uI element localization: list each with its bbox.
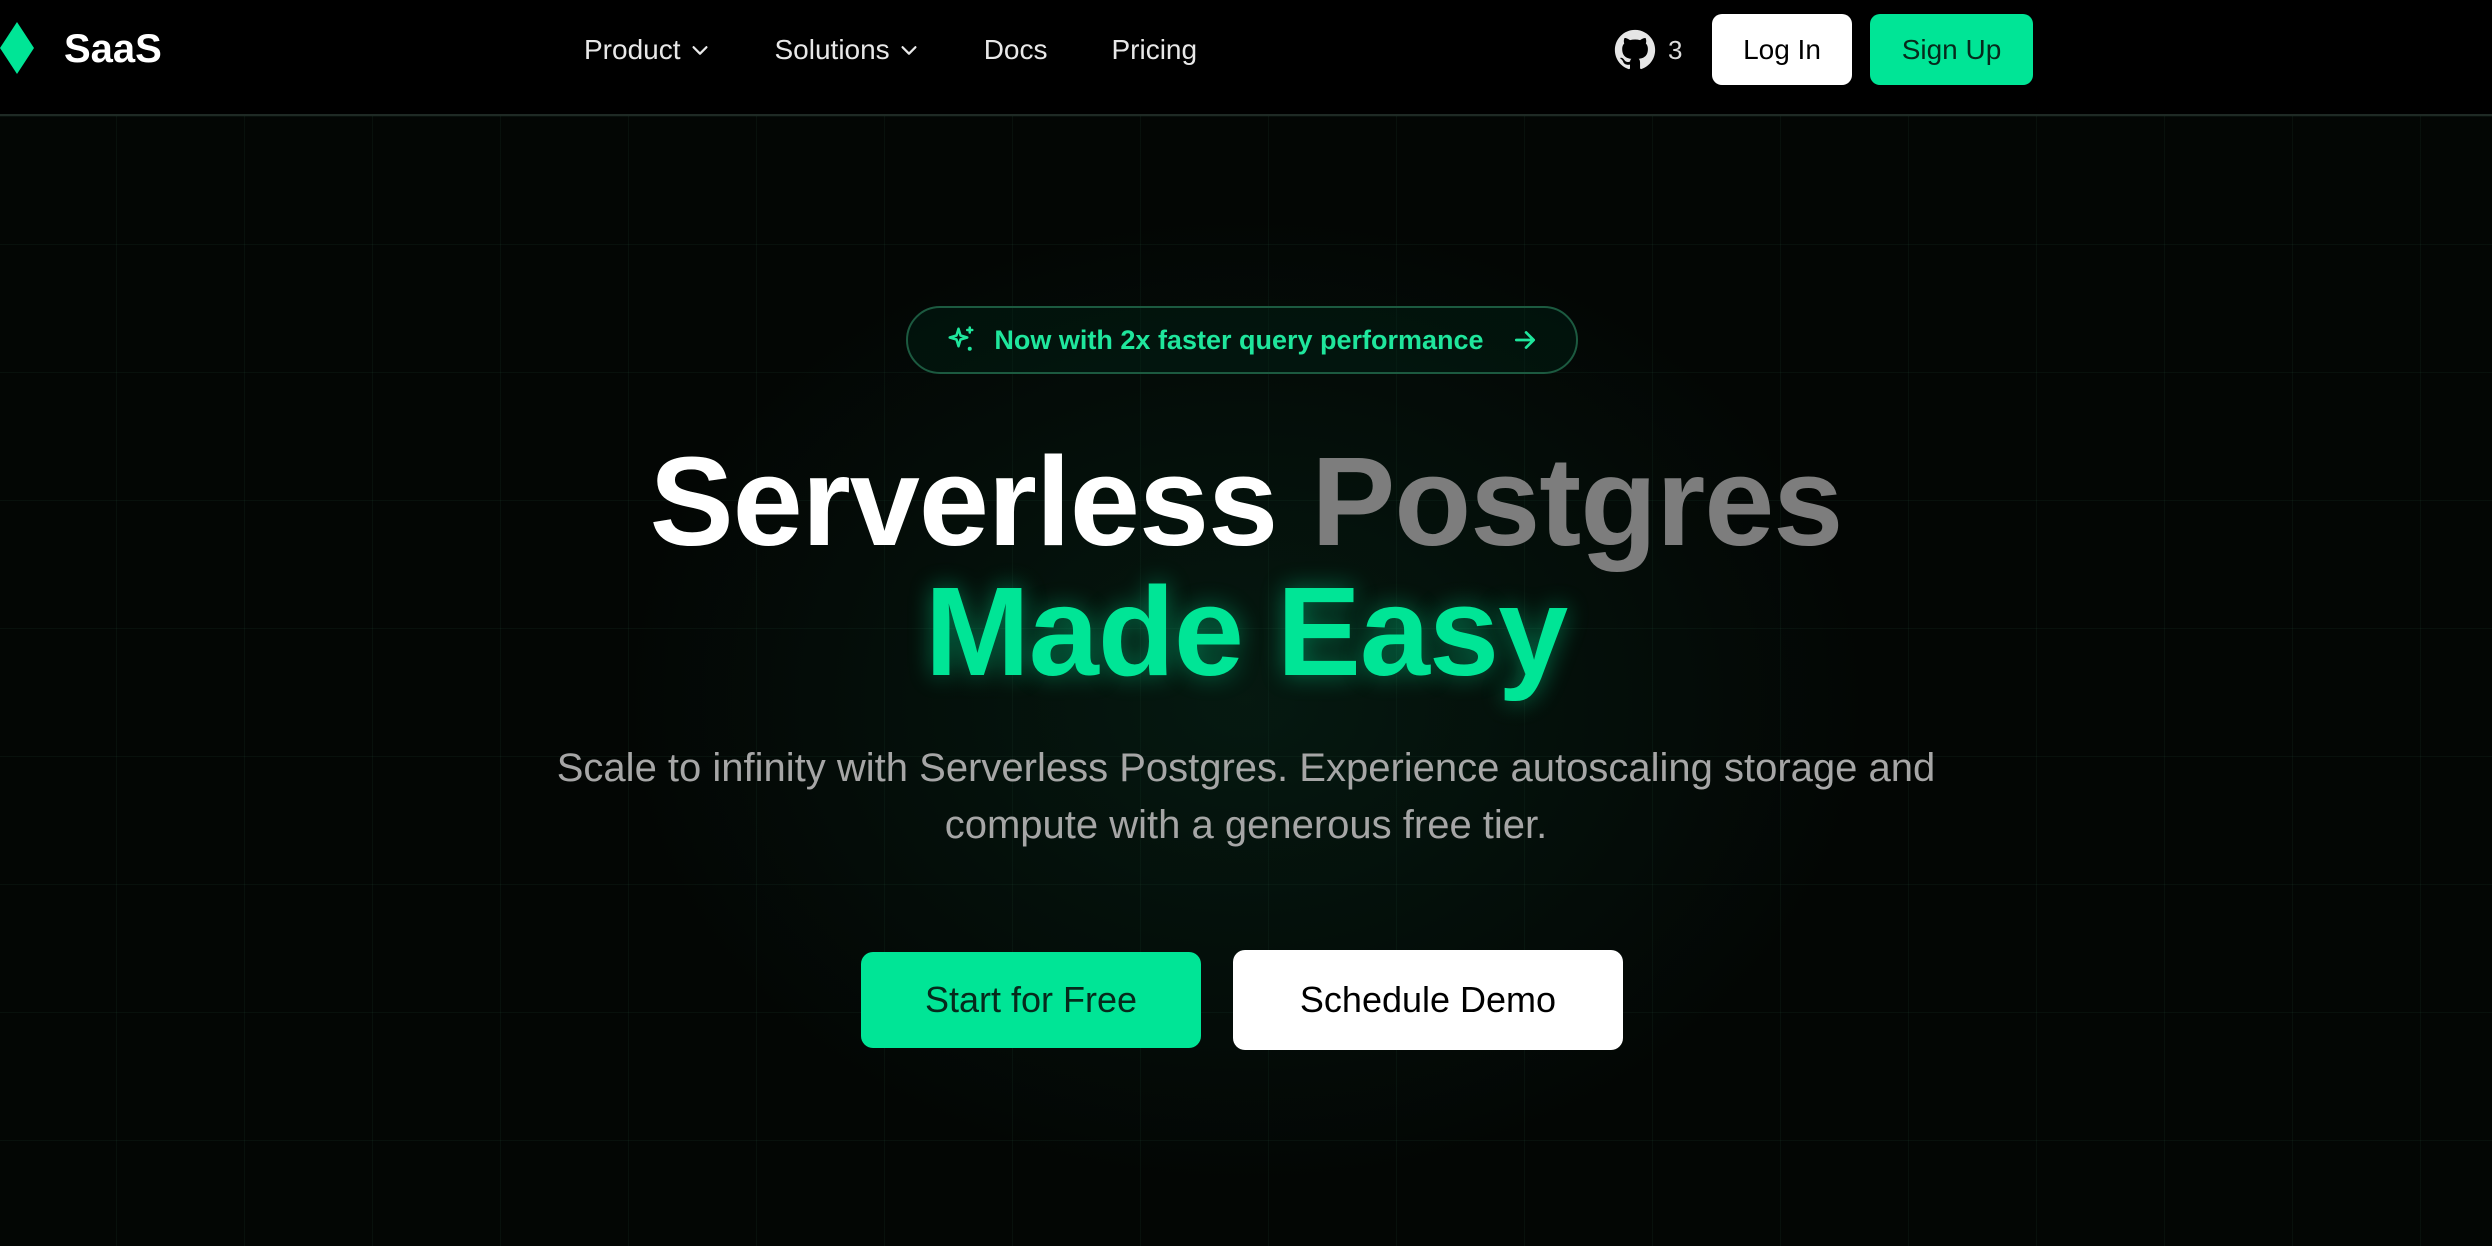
hero-subtitle-line1: Scale to infinity with Serverless Postgr… (556, 746, 1936, 790)
announcement-text: Now with 2x faster query performance (994, 324, 1484, 355)
github-icon (1614, 29, 1656, 70)
hero-headline-line2: Made Easy (924, 561, 1568, 702)
landing-page: SaaS Product Solutions Docs Pricing 3 Lo… (0, 0, 2492, 1246)
nav-item-label: Product (584, 34, 681, 65)
brand-name[interactable]: SaaS (64, 24, 162, 74)
top-navbar: SaaS Product Solutions Docs Pricing 3 Lo… (0, 0, 2492, 116)
login-button[interactable]: Log In (1712, 14, 1852, 85)
hero-headline-line1: Serverless Postgres (0, 436, 2492, 568)
nav-item-docs[interactable]: Docs (984, 28, 1048, 72)
hero-subtitle-line2: compute with a generous free tier. (944, 803, 1548, 847)
github-stars-link[interactable]: 3 (1614, 28, 1682, 72)
headline-word-postgres: Postgres (1311, 431, 1843, 572)
chevron-down-icon (901, 46, 917, 55)
start-for-free-button[interactable]: Start for Free (861, 952, 1201, 1048)
headline-word-serverless: Serverless (649, 431, 1279, 572)
main-nav: Product Solutions Docs Pricing (584, 28, 1197, 72)
hero-subtitle: Scale to infinity with Serverless Postgr… (520, 740, 1972, 854)
nav-item-label: Docs (983, 34, 1048, 65)
nav-item-product[interactable]: Product (584, 28, 711, 72)
signup-button[interactable]: Sign Up (1870, 14, 2033, 85)
diamond-logo-icon[interactable] (0, 22, 34, 74)
sparkle-icon (948, 326, 974, 351)
github-star-count: 3 (1668, 34, 1683, 65)
nav-item-solutions[interactable]: Solutions (775, 28, 920, 72)
schedule-demo-button[interactable]: Schedule Demo (1233, 950, 1623, 1050)
nav-item-label: Pricing (1111, 34, 1198, 65)
announcement-pill[interactable]: Now with 2x faster query performance (906, 306, 1578, 374)
arrow-right-icon (1514, 331, 1535, 349)
nav-item-pricing[interactable]: Pricing (1111, 28, 1197, 72)
chevron-down-icon (691, 46, 708, 55)
nav-item-label: Solutions (774, 34, 890, 65)
